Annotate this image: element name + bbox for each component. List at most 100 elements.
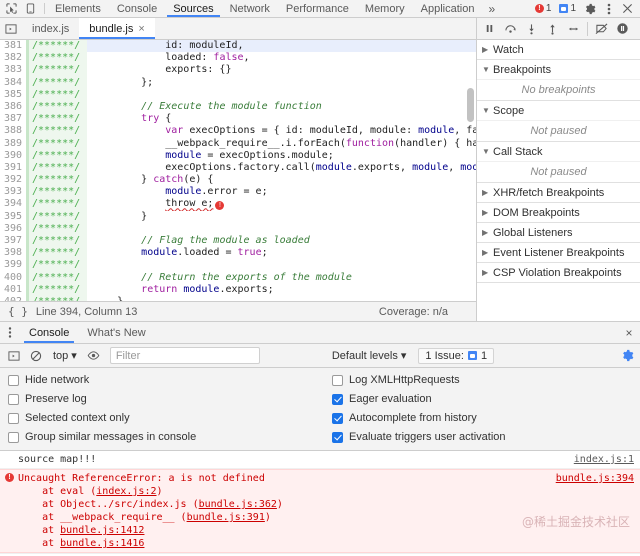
debugger-section-header[interactable]: ▶ Event Listener Breakpoints <box>477 243 640 262</box>
checkbox-icon[interactable] <box>8 393 19 405</box>
stack-frame-link[interactable]: bundle.js:391 <box>187 512 265 523</box>
line-number[interactable]: 381 <box>0 40 26 53</box>
checkbox-icon[interactable] <box>332 374 343 386</box>
code-line[interactable]: 391/******/ execOptions.factory.call(mod… <box>0 161 476 175</box>
tab-application[interactable]: Application <box>413 0 483 17</box>
code-line[interactable]: 394/******/ throw e;! <box>0 198 476 211</box>
pause-resume-button[interactable] <box>479 19 500 39</box>
issues-button[interactable]: 1 Issue: 1 <box>418 347 495 364</box>
tab-network[interactable]: Network <box>222 0 278 17</box>
line-number[interactable]: 396 <box>0 222 26 235</box>
line-number[interactable]: 386 <box>0 100 26 114</box>
execution-context-select[interactable]: top ▾ <box>48 347 82 365</box>
line-number[interactable]: 394 <box>0 198 26 211</box>
debugger-section-header[interactable]: ▶ Watch <box>477 40 640 59</box>
code-line[interactable]: 401/******/ return module.exports; <box>0 283 476 296</box>
console-setting-right[interactable]: Log XMLHttpRequests <box>332 373 640 387</box>
code-line[interactable]: 383/******/ exports: {} <box>0 64 476 77</box>
console-message-source-link[interactable]: bundle.js:394 <box>548 472 634 550</box>
console-setting-right[interactable]: Autocomplete from history <box>332 411 640 425</box>
checkbox-icon[interactable] <box>8 374 19 386</box>
drawer-menu-icon[interactable] <box>0 322 20 343</box>
clear-console-icon[interactable] <box>26 346 46 366</box>
device-toolbar-icon[interactable] <box>21 1 40 17</box>
code-line[interactable]: 397/******/ // Flag the module as loaded <box>0 235 476 248</box>
code-line[interactable]: 385/******/ <box>0 88 476 101</box>
console-message-list[interactable]: source map!!! index.js:1! Uncaught Referen… <box>0 451 640 556</box>
step-button[interactable] <box>563 19 584 39</box>
line-number[interactable]: 387 <box>0 113 26 126</box>
code-editor[interactable]: 381/******/ id: moduleId, 382/******/ loa… <box>0 40 476 301</box>
debugger-section-header[interactable]: ▶ CSP Violation Breakpoints <box>477 263 640 282</box>
tab-performance[interactable]: Performance <box>278 0 357 17</box>
debugger-section-header[interactable]: ▶ XHR/fetch Breakpoints <box>477 183 640 202</box>
code-line[interactable]: 395/******/ } <box>0 210 476 223</box>
stack-frame-link[interactable]: index.js:2 <box>96 486 156 497</box>
line-number[interactable]: 388 <box>0 125 26 138</box>
log-levels-select[interactable]: Default levels ▾ <box>332 349 407 363</box>
gear-icon[interactable] <box>580 1 599 17</box>
line-number[interactable]: 400 <box>0 271 26 284</box>
file-tab-close-icon[interactable]: × <box>138 23 144 35</box>
console-settings-gear-icon[interactable] <box>621 349 634 362</box>
console-setting-left[interactable]: Group similar messages in console <box>8 430 316 444</box>
step-into-button[interactable] <box>521 19 542 39</box>
drawer-tab-whats-new[interactable]: What's New <box>78 322 154 343</box>
console-error-message[interactable]: ! Uncaught ReferenceError: a is not defin… <box>0 469 640 553</box>
checkbox-icon[interactable] <box>8 412 19 424</box>
more-options-icon[interactable] <box>599 1 618 17</box>
code-line[interactable]: 398/******/ module.loaded = true; <box>0 247 476 260</box>
live-expression-icon[interactable] <box>84 346 104 366</box>
message-count-badge[interactable]: 1 <box>555 3 580 14</box>
line-number[interactable]: 397 <box>0 235 26 248</box>
line-number[interactable]: 392 <box>0 174 26 187</box>
stack-frame-link[interactable]: bundle.js:362 <box>199 499 277 510</box>
line-number[interactable]: 391 <box>0 161 26 175</box>
line-number[interactable]: 401 <box>0 283 26 296</box>
debugger-section-header[interactable]: ▼ Scope <box>477 101 640 120</box>
debugger-section-header[interactable]: ▼ Call Stack <box>477 142 640 161</box>
console-setting-right[interactable]: Eager evaluation <box>332 392 640 406</box>
console-setting-right[interactable]: Evaluate triggers user activation <box>332 430 640 444</box>
line-number[interactable]: 389 <box>0 137 26 150</box>
code-line[interactable]: 390/******/ module = execOptions.module; <box>0 149 476 162</box>
code-line[interactable]: 396/******/ <box>0 222 476 235</box>
code-line[interactable]: 399/******/ <box>0 259 476 272</box>
tab-sources[interactable]: Sources <box>165 0 221 17</box>
file-tab-bundle-js[interactable]: bundle.js × <box>79 18 156 39</box>
line-number[interactable]: 398 <box>0 247 26 260</box>
line-number[interactable]: 385 <box>0 88 26 101</box>
code-line[interactable]: 400/******/ // Return the exports of the… <box>0 271 476 284</box>
line-number[interactable]: 393 <box>0 186 26 199</box>
code-line[interactable]: 381/******/ id: moduleId, <box>0 40 476 53</box>
tab-console[interactable]: Console <box>109 0 165 17</box>
stack-frame-link[interactable]: bundle.js:1412 <box>60 525 144 536</box>
code-line[interactable]: 387/******/ try { <box>0 113 476 126</box>
error-count-badge[interactable]: ! 1 <box>531 3 556 14</box>
console-setting-left[interactable]: Preserve log <box>8 392 316 406</box>
code-line[interactable]: 384/******/ }; <box>0 76 476 89</box>
console-message-source-link[interactable]: index.js:1 <box>566 453 634 466</box>
deactivate-breakpoints-button[interactable] <box>591 19 612 39</box>
checkbox-icon[interactable] <box>8 431 19 443</box>
code-line[interactable]: 382/******/ loaded: false, <box>0 52 476 65</box>
step-over-button[interactable] <box>500 19 521 39</box>
drawer-tab-console[interactable]: Console <box>20 322 78 343</box>
tab-elements[interactable]: Elements <box>47 0 109 17</box>
debugger-section-header[interactable]: ▶ DOM Breakpoints <box>477 203 640 222</box>
code-line[interactable]: 388/******/ var execOptions = { id: modu… <box>0 125 476 138</box>
line-number[interactable]: 402 <box>0 295 26 301</box>
tab-memory[interactable]: Memory <box>357 0 413 17</box>
checkbox-icon[interactable] <box>332 412 343 424</box>
inspect-element-icon[interactable] <box>2 1 21 17</box>
pause-on-exceptions-button[interactable] <box>612 19 633 39</box>
more-tabs-icon[interactable]: » <box>482 0 501 17</box>
console-filter-input[interactable] <box>109 347 260 364</box>
line-number[interactable]: 395 <box>0 210 26 223</box>
debugger-section-header[interactable]: ▶ Global Listeners <box>477 223 640 242</box>
code-line[interactable]: 389/******/ __webpack_require__.i.forEac… <box>0 137 476 150</box>
code-line[interactable]: 393/******/ module.error = e; <box>0 186 476 199</box>
checkbox-icon[interactable] <box>332 393 343 405</box>
line-number[interactable]: 384 <box>0 76 26 89</box>
editor-vertical-scrollbar[interactable] <box>467 88 474 122</box>
